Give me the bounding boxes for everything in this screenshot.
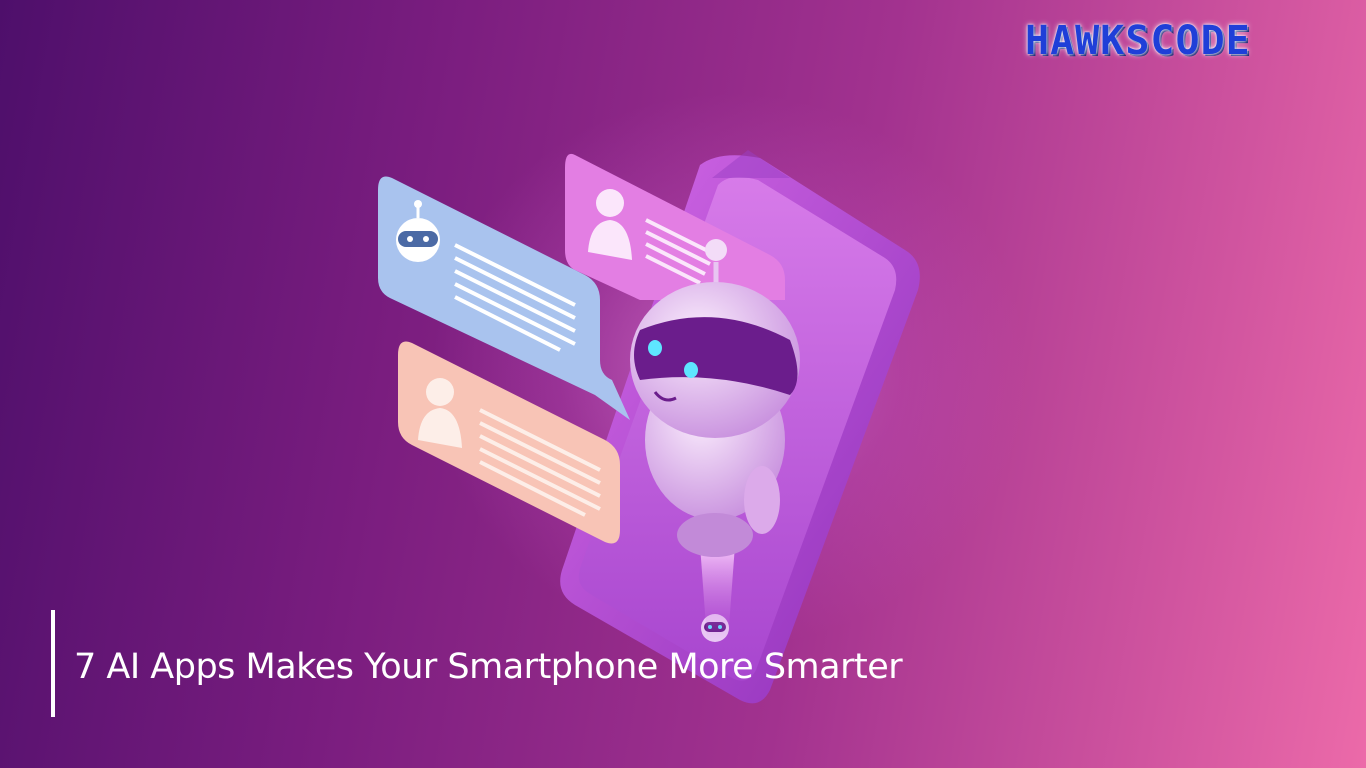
headline-accent-bar <box>51 610 55 717</box>
headline: 7 AI Apps Makes Your Smartphone More Sma… <box>74 647 903 687</box>
